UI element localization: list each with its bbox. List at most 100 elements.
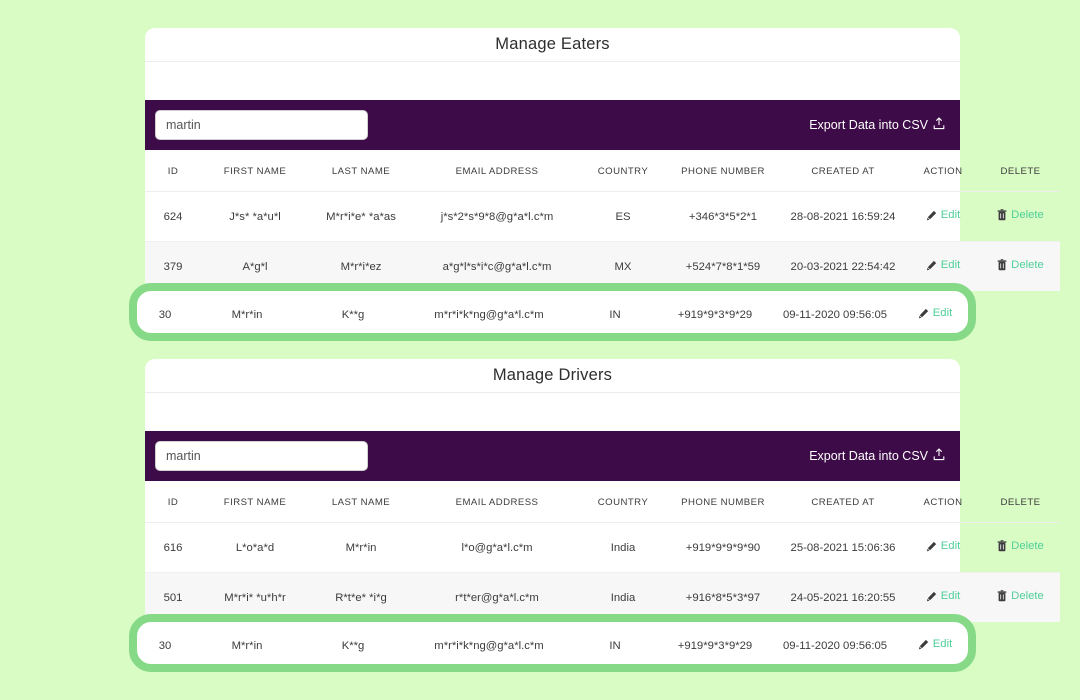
export-csv-label: Export Data into CSV [809,449,928,463]
cell-id: 30 [158,308,172,321]
cell-created-at: 09-11-2020 09:56:05 [782,639,888,652]
pencil-icon [926,210,937,221]
app-page: Manage Eaters Export Data into CSV [0,0,1080,700]
drivers-table-header: ID FIRST NAME LAST NAME EMAIL ADDRESS CO… [145,481,1060,523]
edit-button[interactable]: Edit [926,259,960,271]
export-upload-icon [933,117,945,133]
delete-button[interactable]: Delete [997,590,1044,602]
column-header-action: ACTION [905,150,981,192]
export-csv-label: Export Data into CSV [809,118,928,132]
page-title: Manage Eaters [495,35,610,53]
cell-delete: Delete [981,522,1060,573]
edit-button[interactable]: Edit [918,307,952,319]
drivers-title-card: Manage Drivers [145,359,960,393]
cell-first-name: J*s* *a*u*l [201,191,309,242]
cell-last-name: M*r*i*e* *a*as [309,191,413,242]
column-header-last-name: LAST NAME [309,150,413,192]
trash-icon [997,259,1007,271]
cell-email: m*r*i*k*ng@g*a*l.c*m [434,308,544,321]
column-header-id: ID [145,481,201,523]
eaters-table-header: ID FIRST NAME LAST NAME EMAIL ADDRESS CO… [145,150,1060,192]
search-input[interactable] [155,441,368,471]
delete-label: Delete [1011,259,1044,271]
column-header-last-name: LAST NAME [309,481,413,523]
eaters-subbar [145,62,960,100]
edit-label: Edit [940,209,961,222]
page-title: Manage Drivers [492,366,613,384]
cell-created-at: 28-08-2021 16:59:24 [781,191,905,242]
column-header-first-name: FIRST NAME [201,150,309,192]
cell-email: m*r*i*k*ng@g*a*l.c*m [434,639,544,652]
cell-country: IN [609,639,621,652]
column-header-email: EMAIL ADDRESS [413,481,581,523]
drivers-toolbar: Export Data into CSV [145,431,960,481]
cell-id: 616 [145,522,201,573]
cell-country: ES [581,191,665,242]
cell-delete: Delete [973,291,976,338]
column-header-country: COUNTRY [581,481,665,523]
delete-button[interactable]: Delete [997,209,1044,221]
cell-email: j*s*2*s*9*8@g*a*l.c*m [413,191,581,242]
cell-country: IN [609,308,621,321]
table-row[interactable]: 616 L*o*a*d M*r*in l*o@g*a*l.c*m India +… [145,522,1060,573]
cell-first-name: M*r*in [231,308,263,321]
delete-button[interactable]: Delete [997,540,1044,552]
cell-last-name: K**g [341,639,365,652]
cell-first-name: L*o*a*d [201,522,309,573]
cell-last-name: K**g [341,308,365,321]
edit-button[interactable]: Edit [926,590,960,602]
table-row[interactable]: 30 M*r*in K**g m*r*i*k*ng@g*a*l.c*m IN +… [137,622,976,669]
cell-created-at: 09-11-2020 09:56:05 [782,308,888,321]
edit-label: Edit [932,307,953,320]
table-row[interactable]: 30 M*r*in K**g m*r*i*k*ng@g*a*l.c*m IN +… [137,291,976,338]
column-header-country: COUNTRY [581,150,665,192]
cell-last-name: M*r*in [309,522,413,573]
cell-action: Edit [905,522,981,573]
column-header-first-name: FIRST NAME [201,481,309,523]
manage-eaters-panel: Manage Eaters Export Data into CSV [145,28,1060,291]
export-csv-button[interactable]: Export Data into CSV [809,448,945,464]
edit-button[interactable]: Edit [926,540,960,552]
delete-label: Delete [1011,209,1044,221]
column-header-action: ACTION [905,481,981,523]
export-csv-button[interactable]: Export Data into CSV [809,117,945,133]
delete-label: Delete [1011,590,1044,602]
cell-first-name: M*r*in [231,639,263,652]
cell-country: India [581,522,665,573]
drivers-table: ID FIRST NAME LAST NAME EMAIL ADDRESS CO… [145,481,1060,622]
cell-id: 624 [145,191,201,242]
eaters-toolbar: Export Data into CSV [145,100,960,150]
cell-email: l*o@g*a*l.c*m [413,522,581,573]
pencil-icon [926,541,937,552]
edit-button[interactable]: Edit [926,209,960,221]
cell-phone: +919*9*9*9*90 [665,522,781,573]
manage-drivers-panel: Manage Drivers Export Data into CSV [145,359,1060,622]
highlighted-row-eaters[interactable]: 30 M*r*in K**g m*r*i*k*ng@g*a*l.c*m IN +… [129,283,976,341]
cell-delete: Delete [981,572,1060,622]
pencil-icon [918,639,929,650]
column-header-phone: PHONE NUMBER [665,150,781,192]
edit-label: Edit [940,590,961,603]
cell-phone: +919*9*3*9*29 [677,639,753,652]
column-header-created-at: CREATED AT [781,150,905,192]
search-input[interactable] [155,110,368,140]
drivers-subbar [145,393,960,431]
cell-action: Edit [897,291,968,333]
delete-button[interactable]: Delete [997,259,1044,271]
cell-phone: +919*9*3*9*29 [677,308,753,321]
pencil-icon [926,591,937,602]
column-header-created-at: CREATED AT [781,481,905,523]
delete-label: Delete [1011,540,1044,552]
column-header-delete: DELETE [981,150,1060,192]
trash-icon [997,590,1007,602]
edit-button[interactable]: Edit [918,638,952,650]
cell-delete: Delete [981,191,1060,242]
highlighted-row-drivers[interactable]: 30 M*r*in K**g m*r*i*k*ng@g*a*l.c*m IN +… [129,614,976,672]
cell-delete: Delete [981,241,1060,291]
column-header-delete: DELETE [981,481,1060,523]
cell-delete: Delete [973,622,976,669]
pencil-icon [918,308,929,319]
table-row[interactable]: 624 J*s* *a*u*l M*r*i*e* *a*as j*s*2*s*9… [145,191,1060,242]
eaters-table: ID FIRST NAME LAST NAME EMAIL ADDRESS CO… [145,150,1060,291]
pencil-icon [926,260,937,271]
